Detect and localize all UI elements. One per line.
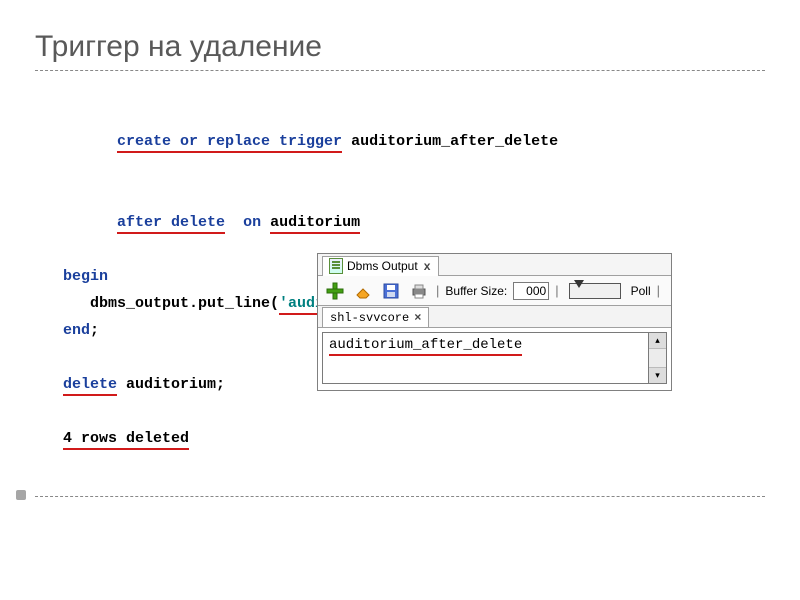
poll-label: Poll (631, 284, 651, 298)
kw-on: on (243, 214, 261, 231)
separator-2: | (555, 283, 558, 298)
table-name-2: auditorium; (126, 376, 225, 393)
kw-end: end (63, 322, 90, 339)
dbms-output-panel: Dbms Output x | Buffer Size: | Poll | sh… (317, 253, 672, 391)
kw-begin: begin (63, 268, 108, 285)
plus-icon (325, 281, 345, 301)
toolbar: | Buffer Size: | Poll | (318, 276, 671, 306)
call-open: dbms_output.put_line( (90, 295, 279, 312)
printer-icon (410, 282, 428, 300)
clear-button[interactable] (352, 280, 374, 302)
table-name-1: auditorium (270, 214, 360, 234)
kw-create: create or replace trigger (117, 133, 342, 153)
result-text: 4 rows deleted (63, 430, 189, 450)
scroll-down-button[interactable]: ▾ (649, 367, 666, 383)
trigger-name: auditorium_after_delete (351, 133, 558, 150)
kw-after-delete: after delete (117, 214, 225, 234)
tab-row: Dbms Output x (318, 254, 671, 276)
close-icon[interactable]: x (422, 259, 433, 273)
output-area: auditorium_after_delete ▴ ▾ (318, 328, 671, 388)
add-button[interactable] (324, 280, 346, 302)
semicolon: ; (90, 322, 99, 339)
subtab-row: shl-svvcore × (318, 306, 671, 328)
tab-dbms-output[interactable]: Dbms Output x (322, 256, 439, 276)
divider-top (35, 70, 765, 71)
slider-thumb-icon (574, 280, 584, 288)
document-icon (329, 258, 343, 274)
divider-bottom (35, 496, 765, 497)
bullet-icon (16, 490, 26, 500)
buffer-size-label: Buffer Size: (445, 284, 507, 298)
tab-label: Dbms Output (347, 259, 418, 273)
output-line: auditorium_after_delete (329, 337, 522, 356)
close-icon[interactable]: × (414, 311, 421, 325)
kw-delete: delete (63, 376, 117, 396)
separator: | (436, 283, 439, 298)
connection-tab[interactable]: shl-svvcore × (322, 307, 429, 327)
scroll-up-button[interactable]: ▴ (649, 333, 666, 349)
floppy-disk-icon (382, 282, 400, 300)
print-button[interactable] (408, 280, 430, 302)
eraser-icon (354, 282, 372, 300)
connection-tab-label: shl-svvcore (330, 311, 409, 325)
save-button[interactable] (380, 280, 402, 302)
poll-slider[interactable] (569, 283, 621, 299)
vertical-scrollbar[interactable]: ▴ ▾ (649, 332, 667, 384)
buffer-size-field[interactable] (513, 282, 549, 300)
output-text-area[interactable]: auditorium_after_delete (322, 332, 649, 384)
separator-3: | (657, 283, 660, 298)
slide-title: Триггер на удаление (35, 30, 765, 64)
